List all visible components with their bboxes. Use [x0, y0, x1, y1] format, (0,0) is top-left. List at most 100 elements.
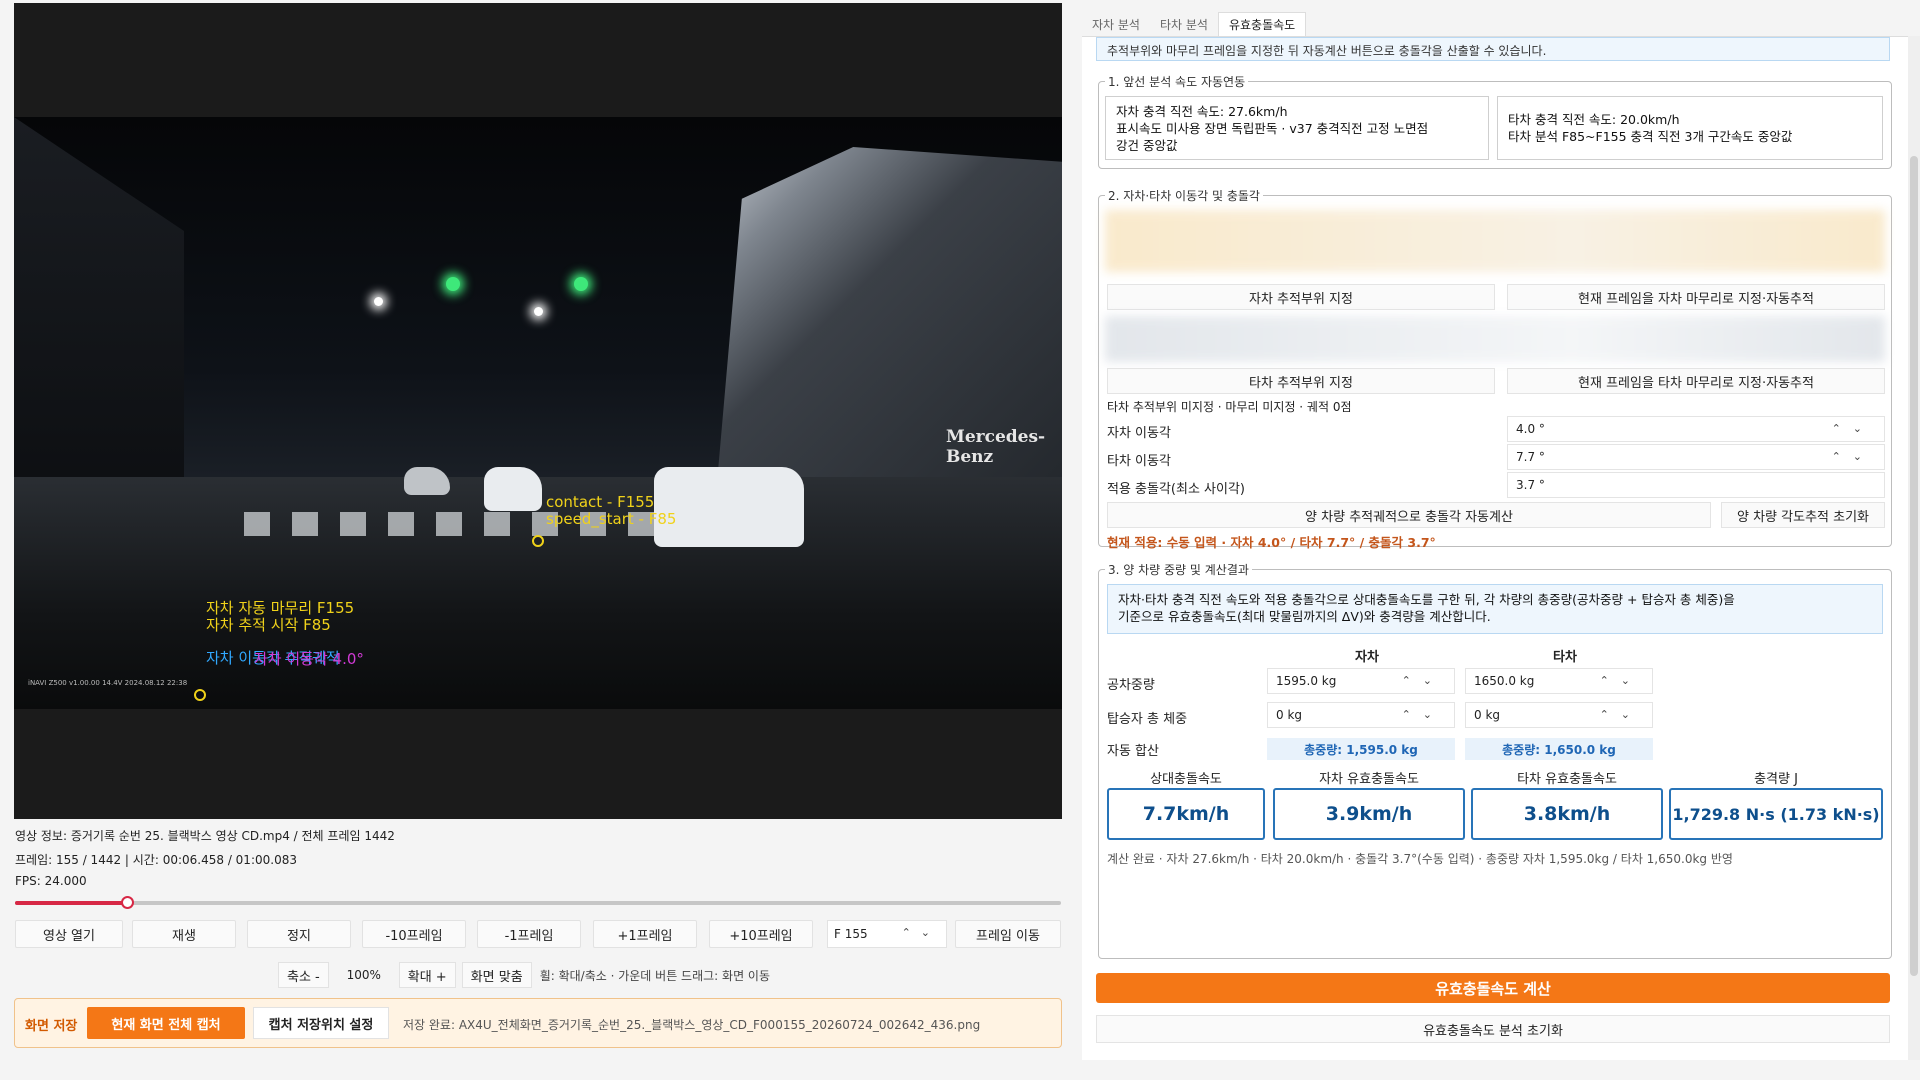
other-effective-speed-value: 3.8km/h	[1471, 788, 1663, 840]
spin-arrows-icon[interactable]: ⌃⌄	[902, 926, 940, 939]
other-curb-weight-spinbox[interactable]: 1650.0 kg ⌃⌄	[1465, 668, 1653, 694]
angle-group: 2. 자차·타차 이동각 및 충돌각 자차 추적부위 지정 현재 프레임을 자차…	[1098, 187, 1892, 550]
seek-handle[interactable]	[120, 896, 134, 909]
plus-1-frame-button[interactable]: +1프레임	[593, 920, 697, 948]
traffic-light	[446, 277, 460, 291]
weight-result-group: 3. 양 차량 중량 및 계산결과 자차·타차 충격 직전 속도와 적용 충돌각…	[1098, 561, 1892, 959]
self-total-weight: 총중량: 1,595.0 kg	[1267, 738, 1455, 760]
blurred-region	[1105, 316, 1885, 362]
scrollbar-thumb[interactable]	[1910, 156, 1918, 976]
capture-full-button[interactable]: 현재 화면 전체 캡처	[87, 1007, 245, 1039]
calc-status: 계산 완료 · 자차 27.6km/h · 타차 20.0km/h · 충돌각 …	[1107, 852, 1733, 866]
section2-title: 2. 자차·타차 이동각 및 충돌각	[1105, 187, 1263, 204]
other-effective-header: 타차 유효충돌속도	[1517, 772, 1617, 787]
camera-timestamp: iNAVI Z500 v1.00.00 14.4V 2024.08.12 22:…	[28, 679, 188, 687]
analysis-tabs: 자차 분석 타차 분석 유효충돌속도	[1082, 12, 1307, 36]
analysis-pane: 자차 분석 타차 분석 유효충돌속도 추적부위와 마무리 프레임을 지정한 뒤 …	[1082, 0, 1920, 1080]
capture-bar: 화면 저장 현재 화면 전체 캡처 캡처 저장위치 설정 저장 완료: AX4U…	[14, 998, 1062, 1048]
section3-title: 3. 양 차량 중량 및 계산결과	[1105, 561, 1252, 578]
tab-effective-speed[interactable]: 유효충돌속도	[1217, 12, 1307, 36]
relative-speed-header: 상대충돌속도	[1150, 772, 1222, 787]
zoom-out-button[interactable]: 축소 -	[278, 962, 329, 988]
impulse-value: 1,729.8 N·s (1.73 kN·s)	[1669, 788, 1883, 840]
zoom-level: 100%	[346, 968, 381, 982]
spin-arrows-icon[interactable]: ⌃⌄	[1832, 422, 1874, 435]
spin-arrows-icon[interactable]: ⌃⌄	[1402, 708, 1444, 721]
auto-calc-angle-button[interactable]: 양 차량 추적궤적으로 충돌각 자동계산	[1107, 502, 1711, 528]
minus-10-frame-button[interactable]: -10프레임	[362, 920, 466, 948]
self-effective-speed-value: 3.9km/h	[1273, 788, 1465, 840]
calc-description: 자차·타차 충격 직전 속도와 적용 충돌각으로 상대충돌속도를 구한 뒤, 각…	[1107, 584, 1883, 634]
spin-arrows-icon[interactable]: ⌃⌄	[1600, 674, 1642, 687]
open-video-button[interactable]: 영상 열기	[15, 920, 123, 948]
frame-move-button[interactable]: 프레임 이동	[955, 920, 1061, 948]
tab-self-analysis[interactable]: 자차 분석	[1082, 12, 1150, 36]
speed-link-group: 1. 앞선 분석 속도 자동연동 자차 충격 직전 속도: 27.6km/h 표…	[1098, 73, 1892, 169]
video-pane: Mercedes-Benz contact - F155 speed_start…	[0, 0, 1076, 1080]
fit-screen-button[interactable]: 화면 맞춤	[461, 962, 532, 988]
other-angle-spinbox[interactable]: 7.7 ° ⌃⌄	[1507, 444, 1885, 470]
frame-number-spinbox[interactable]: F 155 ⌃⌄	[827, 920, 947, 948]
zoom-in-button[interactable]: 확대 +	[398, 962, 456, 988]
traffic-light	[574, 277, 588, 291]
self-effective-header: 자차 유효충돌속도	[1319, 772, 1419, 787]
wheel-hint: 휠: 확대/축소 · 가운데 버튼 드래그: 화면 이동	[539, 968, 771, 983]
self-angle-label: 자차 이동각	[1107, 426, 1171, 441]
curb-weight-label: 공차중량	[1107, 678, 1155, 693]
applied-angle-label: 적용 충돌각(최소 사이각)	[1107, 482, 1246, 497]
plus-10-frame-button[interactable]: +10프레임	[709, 920, 813, 948]
panel-scrollbar[interactable]	[1908, 36, 1920, 1060]
column-self: 자차	[1355, 650, 1379, 665]
video-viewport[interactable]: Mercedes-Benz contact - F155 speed_start…	[14, 3, 1062, 819]
seek-bar[interactable]	[15, 901, 1061, 905]
app-window: Mercedes-Benz contact - F155 speed_start…	[0, 0, 1920, 1080]
mercedes-sign: Mercedes-Benz	[946, 427, 1046, 467]
self-track-button[interactable]: 자차 추적부위 지정	[1107, 284, 1495, 310]
overlay-self-track-start: 자차 추적 시작 F85	[206, 616, 331, 634]
other-track-button[interactable]: 타차 추적부위 지정	[1107, 368, 1495, 394]
minus-1-frame-button[interactable]: -1프레임	[477, 920, 581, 948]
playback-controls: 영상 열기 재생 정지 -10프레임 -1프레임 +1프레임 +10프레임 F …	[15, 920, 1061, 948]
self-speed-box: 자차 충격 직전 속도: 27.6km/h 표시속도 미사용 장면 독립판독 ·…	[1105, 96, 1489, 160]
overlay-self-angle: 자차 이동각 4.0°	[254, 650, 364, 668]
track-marker	[194, 689, 206, 701]
taxi	[654, 467, 804, 547]
self-angle-spinbox[interactable]: 4.0 ° ⌃⌄	[1507, 416, 1885, 442]
contact-marker	[532, 535, 544, 547]
calc-effective-speed-button[interactable]: 유효충돌속도 계산	[1096, 973, 1890, 1003]
video-info: 영상 정보: 증거기록 순번 25. 블랙박스 영상 CD.mp4 / 전체 프…	[15, 829, 395, 843]
capture-location-button[interactable]: 캡처 저장위치 설정	[253, 1007, 389, 1039]
self-passenger-weight-spinbox[interactable]: 0 kg ⌃⌄	[1267, 702, 1455, 728]
capture-label: 화면 저장	[25, 1019, 78, 1034]
other-passenger-weight-spinbox[interactable]: 0 kg ⌃⌄	[1465, 702, 1653, 728]
auto-sum-label: 자동 합산	[1107, 744, 1159, 759]
blurred-region	[1105, 210, 1885, 272]
dashcam-frame-image: Mercedes-Benz contact - F155 speed_start…	[14, 117, 1062, 709]
effective-speed-panel: 추적부위와 마무리 프레임을 지정한 뒤 자동계산 버튼으로 충돌각을 산출할 …	[1082, 36, 1912, 1060]
self-curb-weight-spinbox[interactable]: 1595.0 kg ⌃⌄	[1267, 668, 1455, 694]
relative-speed-value: 7.7km/h	[1107, 788, 1265, 840]
hint-box: 추적부위와 마무리 프레임을 지정한 뒤 자동계산 버튼으로 충돌각을 산출할 …	[1096, 37, 1890, 61]
other-angle-label: 타차 이동각	[1107, 454, 1171, 469]
self-end-button[interactable]: 현재 프레임을 자차 마무리로 지정·자동추적	[1507, 284, 1885, 310]
section1-title: 1. 앞선 분석 속도 자동연동	[1105, 73, 1249, 90]
other-track-status: 타차 추적부위 미지정 · 마무리 미지정 · 궤적 0점	[1107, 400, 1352, 414]
other-total-weight: 총중량: 1,650.0 kg	[1465, 738, 1653, 760]
stop-button[interactable]: 정지	[247, 920, 351, 948]
overlay-speed-start: speed_start - F85	[546, 510, 677, 528]
reset-angle-track-button[interactable]: 양 차량 각도추적 초기화	[1721, 502, 1885, 528]
spin-arrows-icon[interactable]: ⌃⌄	[1832, 450, 1874, 463]
spin-arrows-icon[interactable]: ⌃⌄	[1600, 708, 1642, 721]
seek-progress	[15, 901, 127, 905]
current-applied-status: 현재 적용: 수동 입력 · 자차 4.0° / 타차 7.7° / 충돌각 3…	[1107, 535, 1436, 550]
tab-other-analysis[interactable]: 타차 분석	[1150, 12, 1218, 36]
reset-analysis-button[interactable]: 유효충돌속도 분석 초기화	[1096, 1015, 1890, 1043]
play-button[interactable]: 재생	[132, 920, 236, 948]
overlay-contact: contact - F155	[546, 493, 655, 511]
spin-arrows-icon[interactable]: ⌃⌄	[1402, 674, 1444, 687]
other-end-button[interactable]: 현재 프레임을 타차 마무리로 지정·자동추적	[1507, 368, 1885, 394]
zoom-controls: 축소 - 100% 확대 + 화면 맞춤 휠: 확대/축소 · 가운데 버튼 드…	[278, 962, 770, 988]
fps-info: FPS: 24.000	[15, 874, 87, 888]
applied-angle-field[interactable]: 3.7 °	[1507, 472, 1885, 498]
other-speed-box: 타차 충격 직전 속도: 20.0km/h 타차 분석 F85~F155 충격 …	[1497, 96, 1883, 160]
